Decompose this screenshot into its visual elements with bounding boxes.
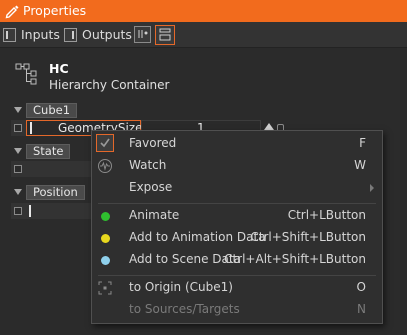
layout-toggle-button[interactable] bbox=[155, 25, 175, 45]
menu-item-label: Expose bbox=[129, 180, 173, 194]
submenu-arrow-icon bbox=[370, 184, 374, 192]
property-checkbox[interactable] bbox=[14, 165, 22, 173]
menu-item-label: to Sources/Targets bbox=[129, 302, 240, 316]
menu-item-label: Animate bbox=[129, 208, 180, 222]
menu-item-shortcut: Ctrl+Alt+Shift+LButton bbox=[224, 252, 366, 266]
group-header-cube1[interactable]: Cube1 bbox=[26, 103, 78, 118]
toolbar bbox=[0, 22, 407, 48]
menu-item-shortcut: N bbox=[357, 302, 366, 316]
menu-item-to-origin[interactable]: to Origin (Cube1) O bbox=[92, 277, 382, 299]
hierarchy-name: HC bbox=[49, 61, 69, 76]
property-row bbox=[11, 203, 91, 219]
menu-item-shortcut: Ctrl+LButton bbox=[287, 208, 366, 222]
columns-toggle-button[interactable] bbox=[134, 26, 151, 43]
menu-item-shortcut: Ctrl+Shift+LButton bbox=[250, 230, 366, 244]
inputs-label: Inputs bbox=[21, 27, 60, 42]
columns-icon bbox=[138, 30, 148, 38]
outputs-label: Outputs bbox=[82, 27, 132, 42]
menu-item-favored[interactable]: Favored F bbox=[92, 133, 382, 155]
outputs-icon bbox=[64, 27, 77, 42]
property-row bbox=[11, 161, 91, 177]
context-menu: Favored F Watch W Expose Animate Ctrl+LB… bbox=[91, 130, 383, 324]
menu-item-add-to-scene-data[interactable]: Add to Scene Data Ctrl+Alt+Shift+LButton bbox=[92, 249, 382, 271]
waveform-icon bbox=[98, 159, 112, 173]
text-caret bbox=[30, 122, 32, 134]
layout-icon bbox=[159, 28, 171, 41]
green-dot-icon bbox=[101, 212, 110, 221]
eject-icon[interactable] bbox=[264, 123, 274, 130]
group-header-position[interactable]: Position bbox=[26, 185, 85, 200]
menu-separator bbox=[98, 275, 376, 276]
menu-item-label: to Origin (Cube1) bbox=[129, 280, 233, 294]
yellow-dot-icon bbox=[101, 234, 110, 243]
expand-triangle-icon[interactable] bbox=[14, 148, 22, 154]
hierarchy-type: Hierarchy Container bbox=[49, 78, 170, 92]
inputs-icon bbox=[3, 27, 16, 42]
menu-separator bbox=[98, 203, 376, 204]
menu-item-label: Favored bbox=[129, 136, 177, 150]
blue-dot-icon bbox=[101, 256, 110, 265]
pencil-icon bbox=[5, 5, 19, 19]
property-checkbox[interactable] bbox=[14, 207, 22, 215]
menu-item-shortcut: O bbox=[356, 280, 366, 294]
property-checkbox[interactable] bbox=[14, 124, 22, 132]
menu-item-to-sources-targets[interactable]: to Sources/Targets N bbox=[92, 299, 382, 321]
window-title: Properties bbox=[23, 3, 87, 18]
check-icon bbox=[96, 134, 114, 152]
origin-icon bbox=[98, 281, 112, 295]
expand-triangle-icon[interactable] bbox=[14, 107, 22, 113]
inputs-toggle-button[interactable]: Inputs bbox=[3, 26, 60, 43]
hierarchy-icon bbox=[15, 63, 37, 85]
menu-item-label: Watch bbox=[129, 158, 167, 172]
menu-item-add-to-animation-data[interactable]: Add to Animation Data Ctrl+Shift+LButton bbox=[92, 227, 382, 249]
expand-triangle-icon[interactable] bbox=[14, 189, 22, 195]
menu-item-expose[interactable]: Expose bbox=[92, 177, 382, 199]
menu-item-animate[interactable]: Animate Ctrl+LButton bbox=[92, 205, 382, 227]
menu-item-watch[interactable]: Watch W bbox=[92, 155, 382, 177]
menu-item-shortcut: F bbox=[359, 136, 366, 150]
outputs-toggle-button[interactable]: Outputs bbox=[64, 26, 132, 43]
group-header-state[interactable]: State bbox=[26, 144, 71, 159]
menu-item-shortcut: W bbox=[354, 158, 366, 172]
text-caret bbox=[29, 205, 31, 217]
menu-item-label: Add to Animation Data bbox=[129, 230, 266, 244]
